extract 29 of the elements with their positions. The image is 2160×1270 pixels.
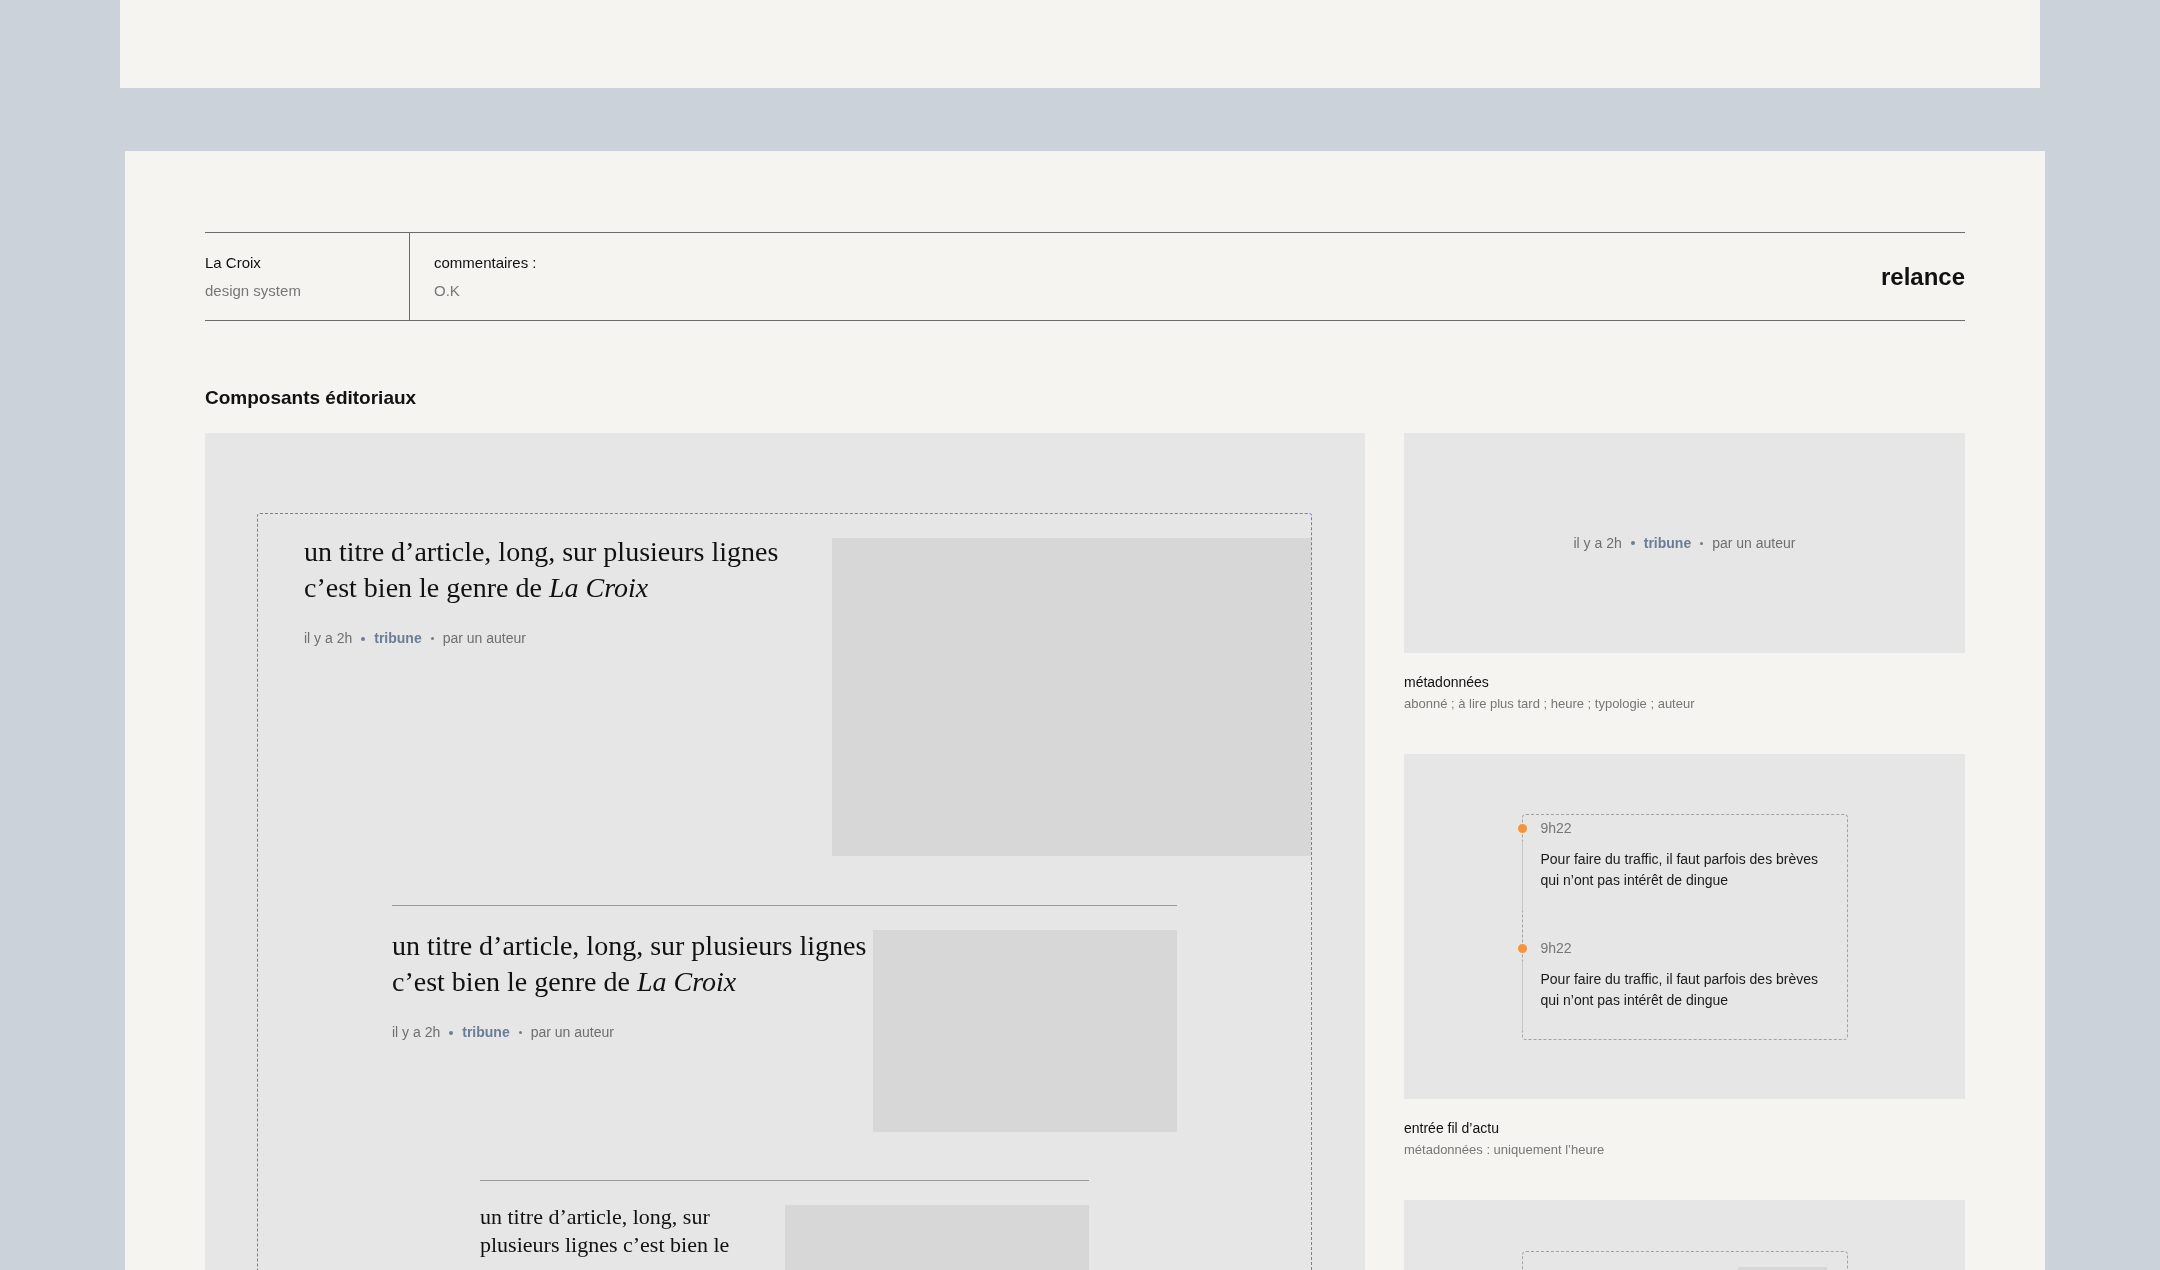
meta-author: par un auteur [442, 629, 526, 648]
bullet-icon [361, 636, 366, 641]
meta-time: il y a 2h [1573, 533, 1622, 553]
article-title[interactable]: un titre d’article, long, sur plusieurs lignes c’est bien le genre de La Croix [392, 928, 872, 1000]
entry-time: 9h22 [1540, 818, 1573, 838]
bullet-icon [430, 637, 434, 640]
entry-text[interactable]: Pour faire du traffic, il faut parfois des brèves qui n’ont pas intérêt de dingue [1540, 968, 1839, 1011]
meta-time: il y a 2h [304, 629, 353, 648]
comment-label: commentaires : [434, 253, 537, 273]
status-label: relance [1880, 261, 1965, 292]
bullet-icon [1630, 541, 1635, 545]
brand-subtitle: design system [205, 281, 302, 301]
meta-time: il y a 2h [392, 1023, 441, 1042]
section-title: Composants éditoriaux [205, 386, 418, 410]
specimen-caption: entrée fil d’actu [1404, 1119, 1500, 1138]
brand-name: La Croix [205, 253, 262, 273]
entry-time: 9h22 [1540, 938, 1573, 958]
bullet-icon [449, 1030, 454, 1035]
meta-author: par un auteur [530, 1023, 614, 1042]
comment-value: O.K [434, 281, 461, 301]
article-title[interactable]: un titre d’article, long, sur plusieurs lignes c’est bien le genre de La Croix [304, 534, 824, 606]
specimen-caption: métadonnées [1404, 673, 1490, 692]
specimen-description: abonné ; à lire plus tard ; heure ; typologie ; auteur [1404, 695, 1696, 713]
article-title[interactable]: un titre d’article, long, sur plusieurs lignes c’est bien le [480, 1203, 780, 1259]
meta-author: par un auteur [1712, 533, 1796, 553]
entry-text[interactable]: Pour faire du traffic, il faut parfois des brèves qui n’ont pas intérêt de dingue [1540, 848, 1839, 891]
bullet-icon [1700, 541, 1704, 545]
bullet-icon [518, 1031, 522, 1034]
specimen-description: métadonnées : uniquement l’heure [1404, 1141, 1606, 1159]
